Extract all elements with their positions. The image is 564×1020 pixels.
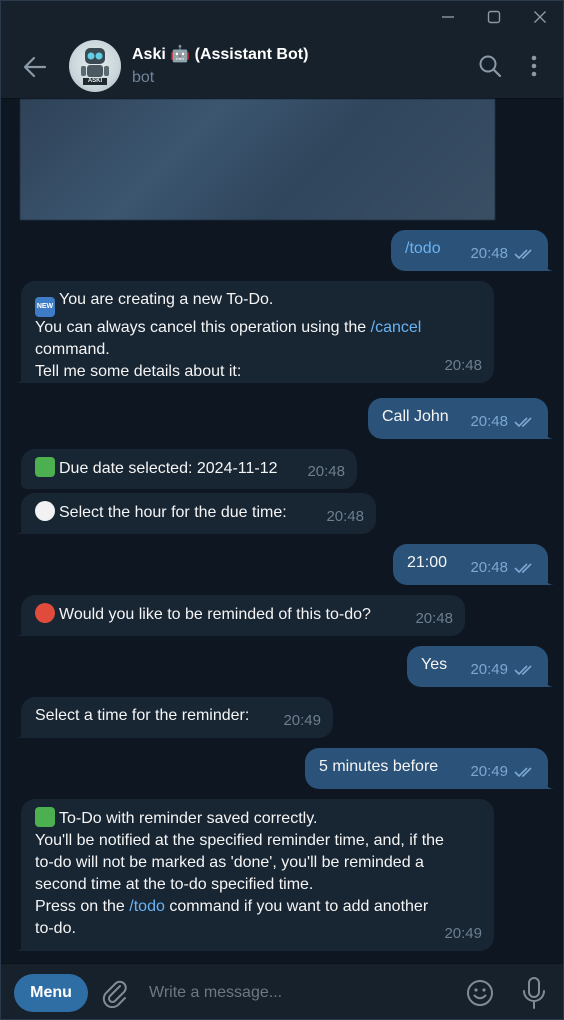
chat-subtitle: bot: [132, 69, 155, 86]
double-check-icon: [514, 767, 532, 778]
message-incoming[interactable]: Would you like to be reminded of this to…: [14, 595, 465, 636]
message-line: You are creating a new To-Do.: [59, 291, 274, 308]
menu-button[interactable]: Menu: [14, 974, 88, 1012]
microphone-icon[interactable]: [521, 976, 547, 1010]
maximize-icon: [487, 10, 501, 24]
new-badge-icon: NEW: [35, 297, 55, 317]
message-outgoing[interactable]: Call John 20:48: [368, 398, 555, 439]
message-outgoing[interactable]: 21:00 20:48: [393, 544, 555, 585]
message-time: 20:48: [326, 508, 364, 525]
back-arrow-icon[interactable]: [21, 53, 49, 81]
blurred-image-message[interactable]: [20, 99, 495, 220]
alarm-clock-icon: [35, 603, 55, 623]
message-text: Call John: [382, 408, 449, 425]
close-button[interactable]: [517, 1, 563, 33]
message-line: to-do will not be marked as 'done', you'…: [35, 854, 424, 871]
message-incoming[interactable]: Due date selected: 2024-11-12 20:48: [21, 449, 357, 489]
message-time: 20:48: [444, 357, 482, 374]
message-time: 20:49: [444, 925, 482, 942]
message-time: 20:49: [470, 661, 508, 678]
message-time: 20:48: [470, 413, 508, 430]
double-check-icon: [514, 249, 532, 260]
smile-icon[interactable]: [465, 978, 495, 1008]
message-time: 20:48: [415, 610, 453, 627]
minimize-icon: [442, 16, 454, 18]
bubble-tail: [14, 626, 24, 636]
message-outgoing[interactable]: 5 minutes before 20:49: [305, 748, 555, 789]
double-check-icon: [514, 563, 532, 574]
double-check-icon: [514, 417, 532, 428]
message-text: Yes: [421, 656, 448, 673]
message-list[interactable]: /todo 20:48 NEW You are creating a new To…: [1, 99, 563, 963]
more-vert-icon[interactable]: [521, 53, 547, 79]
message-line: You can always cancel this operation usi…: [35, 319, 371, 336]
paperclip-icon[interactable]: [101, 978, 129, 1008]
message-incoming[interactable]: Select the hour for the due time: 20:48: [14, 493, 376, 534]
check-mark-icon: [35, 457, 55, 477]
message-time: 20:49: [283, 712, 321, 729]
title-bar: [1, 1, 563, 33]
bubble-tail: [545, 677, 555, 687]
message-text: Would you like to be reminded of this to…: [59, 606, 371, 623]
message-time: 20:49: [470, 763, 508, 780]
clock-icon: [35, 501, 55, 521]
message-time: 20:48: [470, 559, 508, 576]
bubble-tail: [14, 373, 24, 383]
todo-command-link[interactable]: /todo: [129, 898, 165, 915]
message-composer: Menu: [1, 963, 563, 1019]
message-outgoing[interactable]: /todo 20:48: [391, 230, 555, 271]
robot-avatar-icon: [81, 48, 109, 85]
message-outgoing[interactable]: Yes 20:49: [407, 646, 555, 687]
message-line: You'll be notified at the specified remi…: [35, 832, 444, 849]
bubble-tail: [545, 779, 555, 789]
minimize-button[interactable]: [425, 1, 471, 33]
check-mark-icon: [35, 807, 55, 827]
cancel-command-link[interactable]: /cancel: [371, 319, 422, 336]
message-incoming[interactable]: NEW You are creating a new To-Do. You can…: [14, 281, 494, 383]
maximize-button[interactable]: [471, 1, 517, 33]
message-time: 20:48: [307, 463, 345, 480]
message-line: second time at the to-do specified time.: [35, 876, 314, 893]
telegram-window: ASKI Aski 🤖 (Assistant Bot) bot /todo 20…: [0, 0, 564, 1020]
message-text[interactable]: /todo: [405, 240, 441, 257]
bubble-tail: [545, 261, 555, 271]
message-input[interactable]: [149, 980, 439, 1006]
message-line: command if you want to add another: [164, 898, 429, 915]
bubble-tail: [14, 728, 24, 738]
chat-title[interactable]: Aski 🤖 (Assistant Bot): [132, 44, 308, 64]
message-text: Select a time for the reminder:: [35, 707, 250, 724]
message-time: 20:48: [470, 245, 508, 262]
search-icon[interactable]: [477, 53, 503, 79]
message-incoming[interactable]: Select a time for the reminder: 20:49: [14, 697, 333, 738]
message-text: 5 minutes before: [319, 758, 439, 775]
close-icon: [534, 11, 546, 23]
avatar-label: ASKI: [87, 78, 103, 84]
message-line: Tell me some details about it:: [35, 363, 242, 380]
avatar[interactable]: ASKI: [69, 40, 121, 92]
bubble-tail: [545, 575, 555, 585]
bubble-tail: [14, 524, 24, 534]
message-line: To-Do with reminder saved correctly.: [59, 810, 318, 827]
message-text: Due date selected: 2024-11-12: [59, 460, 278, 477]
bubble-tail: [545, 429, 555, 439]
chat-header: ASKI Aski 🤖 (Assistant Bot) bot: [1, 33, 563, 99]
message-text: Select the hour for the due time:: [59, 504, 287, 521]
message-text: 21:00: [407, 554, 448, 571]
message-line: to-do.: [35, 920, 76, 937]
message-line: Press on the: [35, 898, 130, 915]
message-line: command.: [35, 341, 110, 358]
message-incoming[interactable]: To-Do with reminder saved correctly. You…: [14, 799, 494, 951]
double-check-icon: [514, 665, 532, 676]
bubble-tail: [14, 941, 24, 951]
